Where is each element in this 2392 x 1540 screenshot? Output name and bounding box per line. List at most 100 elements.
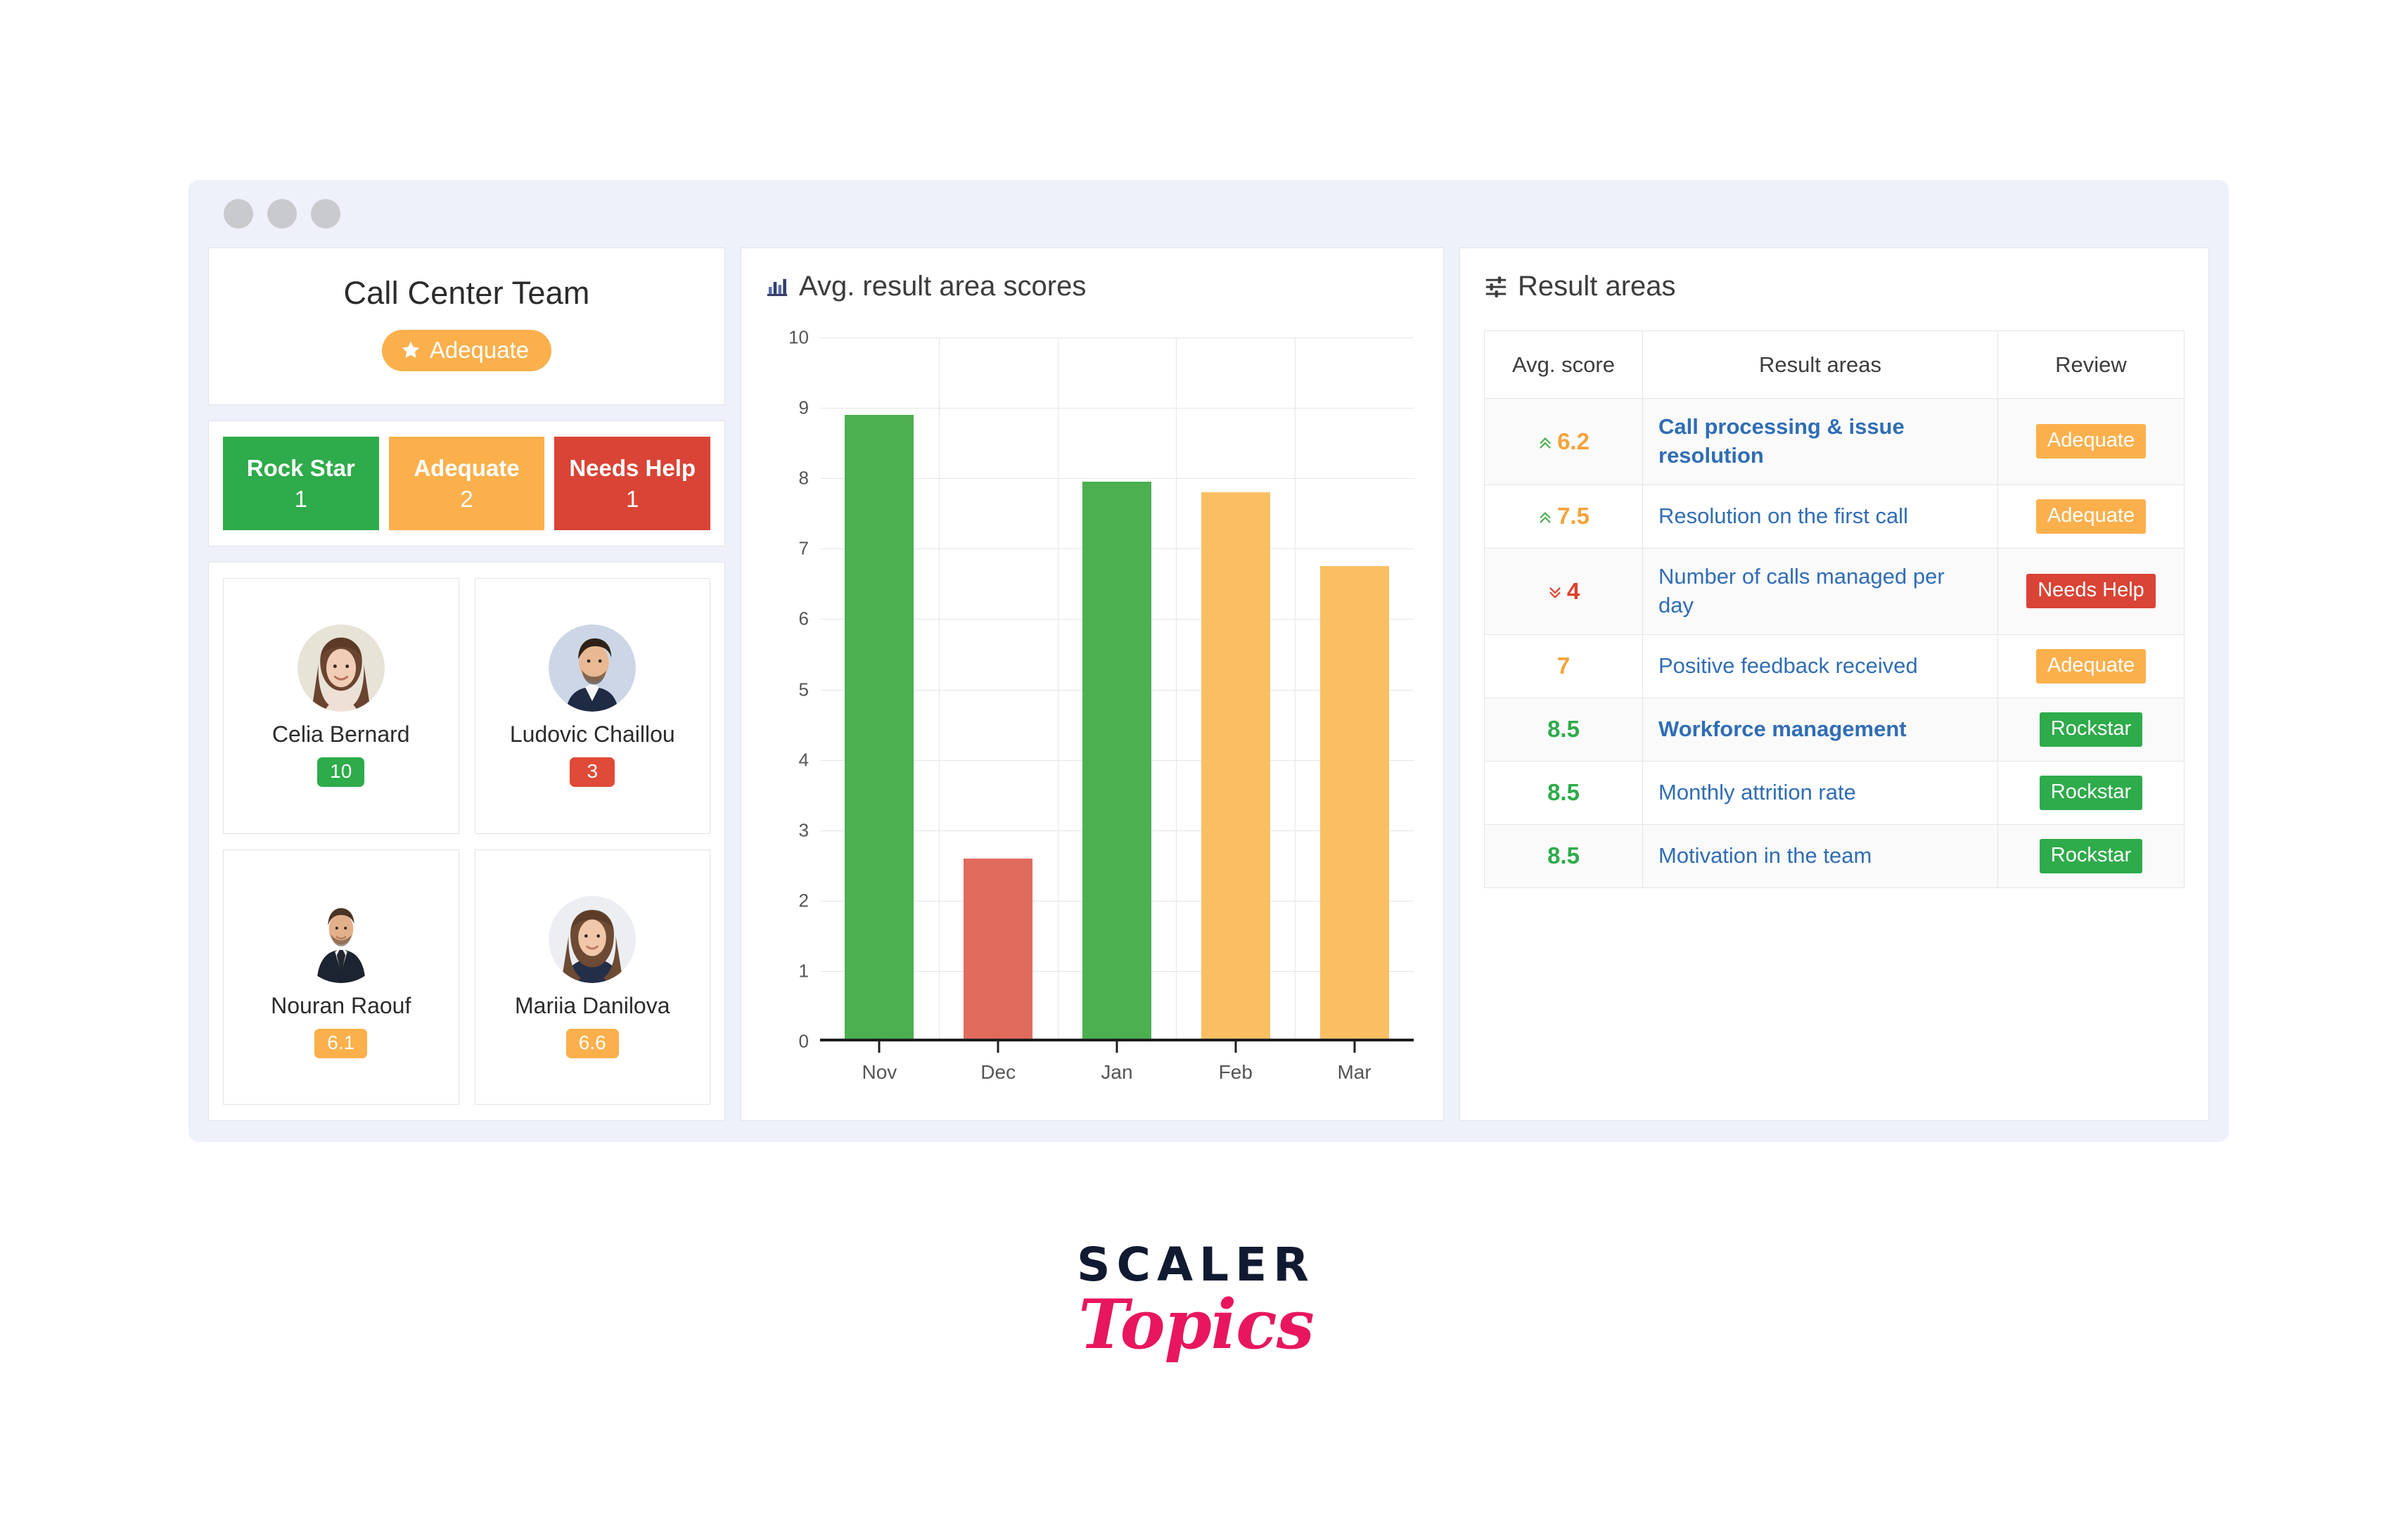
column-header-review[interactable]: Review bbox=[1997, 331, 2185, 399]
cell-avg-score: 6.2 bbox=[1484, 398, 1643, 485]
x-tick-mark bbox=[1234, 1041, 1237, 1053]
member-card-nouran-raouf[interactable]: Nouran Raouf 6.1 bbox=[223, 849, 459, 1105]
table-row[interactable]: 4 Number of calls managed per day Needs He… bbox=[1484, 547, 2185, 635]
x-tick-mark bbox=[1115, 1041, 1118, 1053]
chart-bar-nov[interactable] bbox=[820, 338, 939, 1053]
member-name: Ludovic Chaillou bbox=[509, 721, 675, 747]
column-header-avg-score[interactable]: Avg. score bbox=[1484, 331, 1643, 399]
member-score-badge: 3 bbox=[570, 757, 615, 788]
cell-review: Rockstar bbox=[1997, 760, 2185, 825]
cell-review: Adequate bbox=[1997, 398, 2185, 485]
member-card-celia-bernard[interactable]: Celia Bernard 10 bbox=[223, 578, 459, 834]
team-rating-badge[interactable]: Adequate bbox=[381, 330, 552, 371]
avatar-ludovic-chaillou bbox=[549, 624, 637, 712]
star-icon bbox=[402, 341, 420, 358]
y-tick-label: 2 bbox=[798, 890, 809, 911]
cell-result-area[interactable]: Resolution on the first call bbox=[1642, 484, 1998, 548]
cell-review: Adequate bbox=[1997, 484, 2185, 548]
stat-count: 1 bbox=[626, 485, 639, 512]
status-badge: Needs Help bbox=[2026, 574, 2156, 609]
score-value: 7 bbox=[1556, 653, 1571, 679]
status-badge: Adequate bbox=[2035, 424, 2147, 459]
cell-result-area[interactable]: Number of calls managed per day bbox=[1642, 547, 1998, 635]
y-tick-label: 0 bbox=[798, 1030, 809, 1052]
stat-tile-needs-help[interactable]: Needs Help 1 bbox=[554, 437, 711, 530]
avatar-mariia-danilova bbox=[549, 895, 637, 983]
team-stats-card: Rock Star 1 Adequate 2 Needs Help 1 bbox=[208, 421, 725, 546]
trend-down-icon bbox=[1547, 578, 1567, 604]
chart-bar-feb[interactable] bbox=[1176, 338, 1295, 1053]
member-score-badge: 6.1 bbox=[314, 1028, 368, 1058]
window-dot-close[interactable] bbox=[224, 199, 253, 229]
member-card-ludovic-chaillou[interactable]: Ludovic Chaillou 3 bbox=[474, 578, 710, 834]
y-tick-label: 4 bbox=[798, 749, 809, 771]
cell-result-area[interactable]: Motivation in the team bbox=[1642, 823, 1998, 888]
status-badge: Rockstar bbox=[2039, 712, 2143, 747]
cell-avg-score: 4 bbox=[1484, 547, 1643, 635]
result-areas-header: Result areas bbox=[1484, 271, 2185, 302]
x-tick-label: Jan bbox=[1101, 1061, 1133, 1083]
chart-x-axis-line bbox=[820, 1039, 1414, 1041]
x-tick-label: Dec bbox=[980, 1061, 1016, 1083]
y-tick-label: 7 bbox=[798, 537, 809, 559]
window-dot-maximize[interactable] bbox=[311, 199, 340, 229]
chart-bar-jan[interactable] bbox=[1058, 338, 1177, 1053]
member-score-badge: 10 bbox=[317, 757, 365, 788]
stat-label: Rock Star bbox=[246, 454, 355, 481]
y-tick-label: 8 bbox=[798, 467, 809, 489]
stat-label: Needs Help bbox=[569, 454, 696, 481]
bar-rect bbox=[1082, 482, 1151, 1041]
member-name: Nouran Raouf bbox=[271, 992, 411, 1018]
chart-title: Avg. result area scores bbox=[799, 271, 1087, 302]
team-rating-label: Adequate bbox=[429, 337, 530, 363]
cell-result-area[interactable]: Workforce management bbox=[1642, 697, 1998, 762]
table-row[interactable]: 7.5 Resolution on the first call Adequate bbox=[1484, 484, 2185, 548]
stat-tile-rock-star[interactable]: Rock Star 1 bbox=[223, 437, 379, 530]
status-badge: Rockstar bbox=[2039, 838, 2143, 873]
chart-bar-dec[interactable] bbox=[939, 338, 1058, 1053]
x-tick-label: Nov bbox=[862, 1061, 897, 1083]
chart-bar-mar[interactable] bbox=[1295, 338, 1414, 1053]
dashboard-panels: Call Center Team Adequate Rock Star 1 Ad… bbox=[208, 248, 2209, 1121]
window-dot-minimize[interactable] bbox=[267, 199, 297, 229]
chart-plot-area: 0 1 2 3 4 5 6 7 8 9 10 Nov Dec Jan Feb Mar bbox=[765, 327, 1419, 1102]
chart-panel-header: Avg. result area scores bbox=[765, 271, 1419, 302]
table-row[interactable]: 8.5 Motivation in the team Rockstar bbox=[1484, 823, 2185, 888]
column-header-result-areas[interactable]: Result areas bbox=[1642, 331, 1998, 399]
member-name: Celia Bernard bbox=[271, 721, 410, 747]
y-tick-label: 3 bbox=[798, 819, 809, 841]
sliders-icon bbox=[1485, 276, 1507, 297]
bar-rect bbox=[845, 415, 914, 1041]
cell-result-area[interactable]: Call processing & issue resolution bbox=[1642, 398, 1998, 485]
result-areas-tbody: 6.2 Call processing & issue resolution Ade… bbox=[1484, 398, 2185, 888]
table-row[interactable]: 6.2 Call processing & issue resolution Ade… bbox=[1484, 398, 2185, 485]
table-header-row: Avg. score Result areas Review bbox=[1484, 331, 2185, 399]
x-tick-mark bbox=[997, 1041, 999, 1053]
score-value: 7.5 bbox=[1557, 503, 1590, 530]
chart-bars bbox=[820, 338, 1414, 1053]
table-row[interactable]: 7 Positive feedback received Adequate bbox=[1484, 634, 2185, 698]
stat-count: 2 bbox=[460, 485, 473, 512]
x-tick-label: Feb bbox=[1218, 1061, 1253, 1083]
x-tick-label: Mar bbox=[1337, 1061, 1371, 1083]
page-title: Call Center Team bbox=[343, 275, 590, 311]
logo-topics-text: Topics bbox=[1078, 1285, 1315, 1364]
cell-result-area[interactable]: Monthly attrition rate bbox=[1642, 760, 1998, 825]
y-tick-label: 5 bbox=[798, 679, 809, 700]
team-members-card: Celia Bernard 10 Ludovic Chaillou 3 Nour… bbox=[208, 562, 725, 1121]
cell-result-area[interactable]: Positive feedback received bbox=[1642, 634, 1998, 698]
scaler-topics-logo: SCALER Topics bbox=[0, 1238, 2392, 1364]
table-row[interactable]: 8.5 Workforce management Rockstar bbox=[1484, 697, 2185, 762]
stat-tile-adequate[interactable]: Adequate 2 bbox=[388, 437, 545, 530]
bar-chart-icon bbox=[767, 278, 788, 296]
chart-panel: Avg. result area scores 0 1 2 3 4 5 6 7 8 9 10 Nov… bbox=[741, 248, 1444, 1121]
avatar-nouran-raouf bbox=[297, 895, 385, 983]
chart-y-axis: 0 1 2 3 4 5 6 7 8 9 10 bbox=[765, 327, 814, 1052]
cell-avg-score: 8.5 bbox=[1484, 760, 1643, 825]
member-card-mariia-danilova[interactable]: Mariia Danilova 6.6 bbox=[474, 849, 710, 1105]
team-column: Call Center Team Adequate Rock Star 1 Ad… bbox=[208, 248, 725, 1121]
x-tick-mark bbox=[878, 1041, 881, 1053]
bar-rect bbox=[1319, 566, 1389, 1041]
score-value: 8.5 bbox=[1547, 716, 1580, 743]
table-row[interactable]: 8.5 Monthly attrition rate Rockstar bbox=[1484, 760, 2185, 825]
